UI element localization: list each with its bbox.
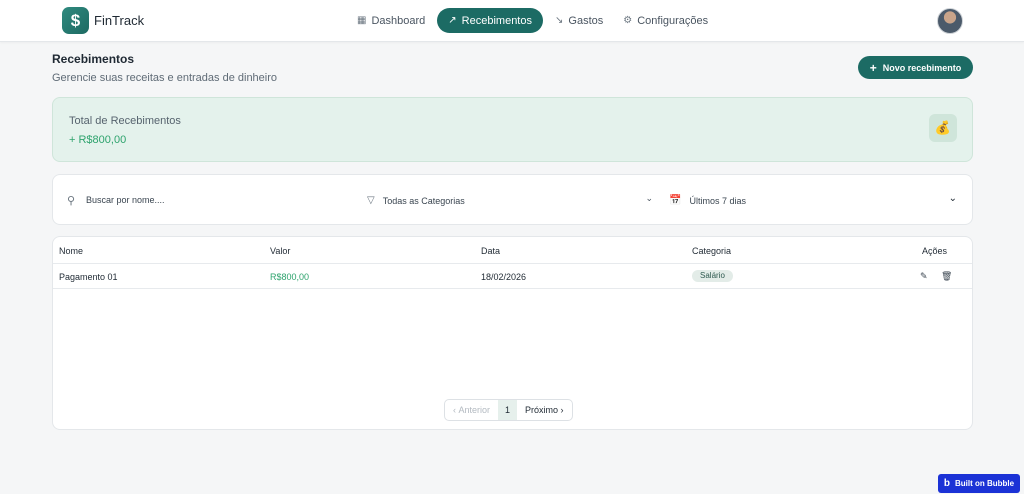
edit-icon[interactable]: ✎	[920, 271, 928, 282]
cell-nome: Pagamento 01	[59, 272, 118, 282]
column-header-valor[interactable]: Valor	[270, 246, 290, 256]
pagination: ‹ Anterior 1 Próximo ›	[444, 399, 573, 421]
summary-value: + R$800,00	[69, 134, 127, 146]
receipts-table: Nome Valor Data Categoria Ações Pagament…	[52, 236, 973, 430]
filter-icon: ▽	[367, 195, 375, 206]
new-receipt-button[interactable]: + Novo recebimento	[858, 56, 973, 79]
brand-name: FinTrack	[94, 13, 145, 28]
period-select-value: Últimos 7 dias	[689, 195, 746, 206]
cell-valor: R$800,00	[270, 272, 310, 282]
gear-icon: ⚙	[623, 15, 633, 26]
plus-icon: +	[869, 60, 877, 75]
top-navbar: $ FinTrack ▦ Dashboard ↗ Recebimentos ↘ …	[0, 0, 1024, 42]
column-header-data[interactable]: Data	[481, 246, 500, 256]
next-page-label: Próximo	[525, 405, 559, 415]
prev-page-label: Anterior	[458, 405, 491, 415]
bubble-badge-label: Built on Bubble	[955, 479, 1015, 488]
trending-up-icon: ↗	[448, 15, 457, 26]
nav-configuracoes[interactable]: ⚙ Configurações	[615, 8, 716, 33]
chevron-down-icon: ⌄	[948, 193, 957, 204]
chevron-right-icon: ›	[558, 405, 564, 415]
column-header-categoria[interactable]: Categoria	[692, 246, 731, 256]
calendar-icon: 📅	[669, 195, 682, 206]
column-header-nome[interactable]: Nome	[59, 246, 83, 256]
period-select[interactable]: 📅 Últimos 7 dias ⌄	[669, 192, 957, 209]
page-subtitle: Gerencie suas receitas e entradas de din…	[52, 72, 278, 84]
nav-configuracoes-label: Configurações	[637, 14, 709, 27]
avatar[interactable]	[937, 8, 963, 34]
summary-label: Total de Recebimentos	[69, 115, 181, 127]
category-badge: Salário	[692, 270, 733, 282]
trash-icon[interactable]: 🗑	[941, 271, 952, 282]
nav-gastos[interactable]: ↘ Gastos	[547, 8, 611, 33]
next-page-button[interactable]: Próximo ›	[517, 400, 572, 420]
total-summary-card: Total de Recebimentos + R$800,00 💰	[52, 97, 973, 162]
nav-gastos-label: Gastos	[568, 14, 604, 27]
new-receipt-label: Novo recebimento	[882, 62, 962, 73]
table-row[interactable]: Pagamento 01 R$800,00 18/02/2026 Salário…	[53, 264, 972, 289]
page-number-current[interactable]: 1	[498, 400, 518, 420]
nav-recebimentos-label: Recebimentos	[461, 14, 532, 27]
nav-recebimentos[interactable]: ↗ Recebimentos	[437, 8, 543, 33]
page-title: Recebimentos	[52, 52, 135, 66]
filters-bar: ⚲ ▽ Todas as Categorias ⌄ 📅 Últimos 7 di…	[52, 174, 973, 225]
built-on-bubble-badge[interactable]: b Built on Bubble	[938, 474, 1020, 493]
grid-icon: ▦	[357, 15, 367, 26]
app-logo-icon[interactable]: $	[62, 7, 89, 34]
bubble-logo-icon: b	[943, 478, 950, 489]
money-bag-icon: 💰	[929, 114, 957, 142]
nav-dashboard[interactable]: ▦ Dashboard	[349, 8, 433, 33]
search-input[interactable]	[86, 192, 346, 208]
column-header-acoes: Ações	[922, 246, 948, 256]
prev-page-button[interactable]: ‹ Anterior	[445, 400, 498, 420]
cell-data: 18/02/2026	[481, 272, 527, 282]
main-nav: ▦ Dashboard ↗ Recebimentos ↘ Gastos ⚙ Co…	[349, 8, 716, 33]
nav-dashboard-label: Dashboard	[371, 14, 426, 27]
category-select-value: Todas as Categorias	[382, 195, 465, 206]
search-icon: ⚲	[67, 195, 76, 207]
trending-down-icon: ↘	[555, 15, 564, 26]
category-select[interactable]: ▽ Todas as Categorias ⌄	[367, 192, 653, 209]
chevron-down-icon: ⌄	[645, 193, 653, 203]
